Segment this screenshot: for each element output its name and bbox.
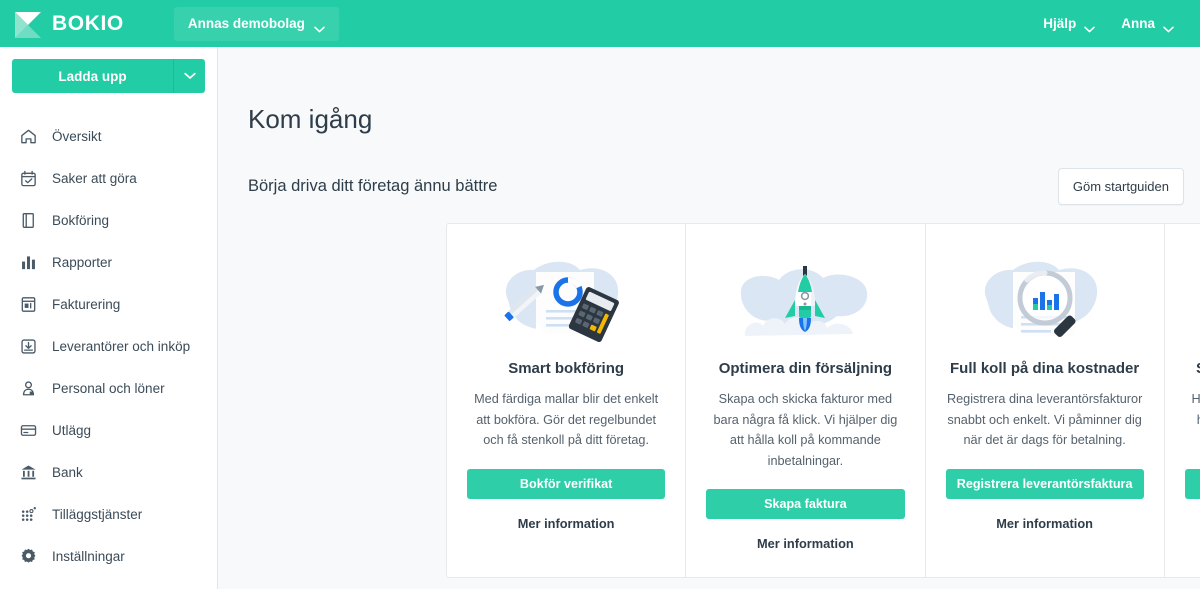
sidebar: Ladda upp Översikt Saker att göra Bokför… xyxy=(0,47,218,589)
book-icon xyxy=(18,210,38,230)
card-title: Optimera din försäljning xyxy=(718,360,893,377)
card-optimera-din-forsaljning: Optimera din försäljning Skapa och skick… xyxy=(686,224,926,578)
sidebar-item-label: Bank xyxy=(52,464,83,480)
credit-card-icon xyxy=(18,420,38,440)
report-magnifier-illustration xyxy=(965,248,1125,348)
rocket-illustration xyxy=(725,248,885,348)
sidebar-item-label: Rapporter xyxy=(52,254,113,270)
user-name: Anna xyxy=(1121,16,1155,31)
calendar-check-icon xyxy=(18,168,38,188)
home-icon xyxy=(18,126,38,146)
document-pen-calculator-illustration xyxy=(486,248,646,348)
chevron-down-icon xyxy=(314,20,325,33)
sidebar-item-installningar[interactable]: Inställningar xyxy=(0,535,217,577)
upload-button[interactable]: Ladda upp xyxy=(12,59,174,93)
sidebar-item-label: Leverantörer och inköp xyxy=(52,338,191,354)
sidebar-item-label: Fakturering xyxy=(52,296,121,312)
bokfor-verifikat-button[interactable]: Bokför verifikat xyxy=(467,469,666,499)
sidebar-item-bokforing[interactable]: Bokföring xyxy=(0,199,217,241)
skapa-faktura-button[interactable]: Skapa faktura xyxy=(706,489,905,520)
sidebar-item-label: Personal och löner xyxy=(52,380,165,396)
card-title: Full koll på dina kostnader xyxy=(950,360,1140,377)
sidebar-item-rapporter[interactable]: Rapporter xyxy=(0,241,217,283)
sidebar-item-leverantorer-och-inkop[interactable]: Leverantörer och inköp xyxy=(0,325,217,367)
card-full-koll-pa-dina-kostnader: Full koll på dina kostnader Registrera d… xyxy=(926,224,1165,578)
bank-icon xyxy=(18,462,38,482)
more-information-link[interactable]: Mer information xyxy=(996,516,1093,531)
sidebar-item-saker-att-gora[interactable]: Saker att göra xyxy=(0,157,217,199)
upload-dropdown-toggle[interactable] xyxy=(174,59,205,93)
logo[interactable]: BOKIO xyxy=(13,0,124,47)
logo-text: BOKIO xyxy=(52,11,124,35)
user-menu[interactable]: Anna xyxy=(1111,9,1184,39)
card-smidig-utlaggshantering: Smidig utläggshantering Håll koll på ans… xyxy=(1165,224,1200,577)
invoice-icon xyxy=(18,294,38,314)
more-information-link[interactable]: Mer information xyxy=(757,536,854,551)
sidebar-nav: Översikt Saker att göra Bokföring Rappor… xyxy=(0,113,217,577)
top-bar: BOKIO Annas demobolag Hjälp Anna xyxy=(0,0,1200,47)
help-label: Hjälp xyxy=(1043,16,1077,31)
sidebar-item-bank[interactable]: Bank xyxy=(0,451,217,493)
bokio-logo-icon xyxy=(13,9,43,39)
section-title: Börja driva ditt företag ännu bättre xyxy=(248,177,498,195)
card-description: Skapa och skicka fakturor med bara några… xyxy=(713,392,898,468)
registrera-leverantorsfaktura-button[interactable]: Registrera leverantörsfaktura xyxy=(945,469,1144,499)
more-information-link[interactable]: Mer information xyxy=(518,516,615,531)
card-title: Smidig utläggshantering xyxy=(1196,360,1200,377)
sidebar-item-oversikt[interactable]: Översikt xyxy=(0,115,217,157)
bar-chart-icon xyxy=(18,252,38,272)
page-layout: Ladda upp Översikt Saker att göra Bokför… xyxy=(0,47,1200,589)
company-selector[interactable]: Annas demobolag xyxy=(173,6,339,41)
chevron-down-icon xyxy=(1163,20,1174,33)
person-icon xyxy=(18,378,38,398)
sidebar-item-personal-och-loner[interactable]: Personal och löner xyxy=(0,367,217,409)
onboarding-cards: Smart bokföring Med färdiga mallar blir … xyxy=(446,223,1200,579)
main-content: Kom igång Börja driva ditt företag ännu … xyxy=(218,47,1200,589)
card-description: Håll koll på anställdas utlägg och hante… xyxy=(1191,392,1200,427)
chevron-down-icon xyxy=(1084,20,1095,33)
upload-control: Ladda upp xyxy=(12,59,205,93)
gear-icon xyxy=(18,546,38,566)
sidebar-item-label: Tilläggstjänster xyxy=(52,506,143,522)
card-description: Registrera dina leverantörsfakturor snab… xyxy=(946,392,1143,448)
card-smart-bokforing: Smart bokföring Med färdiga mallar blir … xyxy=(447,224,687,578)
sidebar-item-label: Översikt xyxy=(52,128,102,144)
help-menu[interactable]: Hjälp xyxy=(1033,9,1105,39)
skapa-utlagg-button[interactable]: Skapa utlägg xyxy=(1184,469,1200,499)
sidebar-item-label: Saker att göra xyxy=(52,170,137,186)
chevron-down-icon xyxy=(183,67,196,85)
apps-dots-icon xyxy=(18,504,38,524)
sidebar-item-utlagg[interactable]: Utlägg xyxy=(0,409,217,451)
hide-startguide-button[interactable]: Göm startguiden xyxy=(1057,168,1184,205)
company-name: Annas demobolag xyxy=(187,16,305,31)
inbox-download-icon xyxy=(18,336,38,356)
section-header: Börja driva ditt företag ännu bättre Göm… xyxy=(248,168,1184,205)
sidebar-item-label: Inställningar xyxy=(52,548,125,564)
sidebar-item-label: Bokföring xyxy=(52,212,110,228)
card-title: Smart bokföring xyxy=(508,360,625,377)
top-bar-right: Hjälp Anna xyxy=(1033,9,1184,39)
sidebar-item-label: Utlägg xyxy=(52,422,92,438)
page-title: Kom igång xyxy=(248,104,373,134)
sidebar-item-tillaggstjanster[interactable]: Tilläggstjänster xyxy=(0,493,217,535)
card-description: Med färdiga mallar blir det enkelt att b… xyxy=(474,392,659,448)
sidebar-item-fakturering[interactable]: Fakturering xyxy=(0,283,217,325)
